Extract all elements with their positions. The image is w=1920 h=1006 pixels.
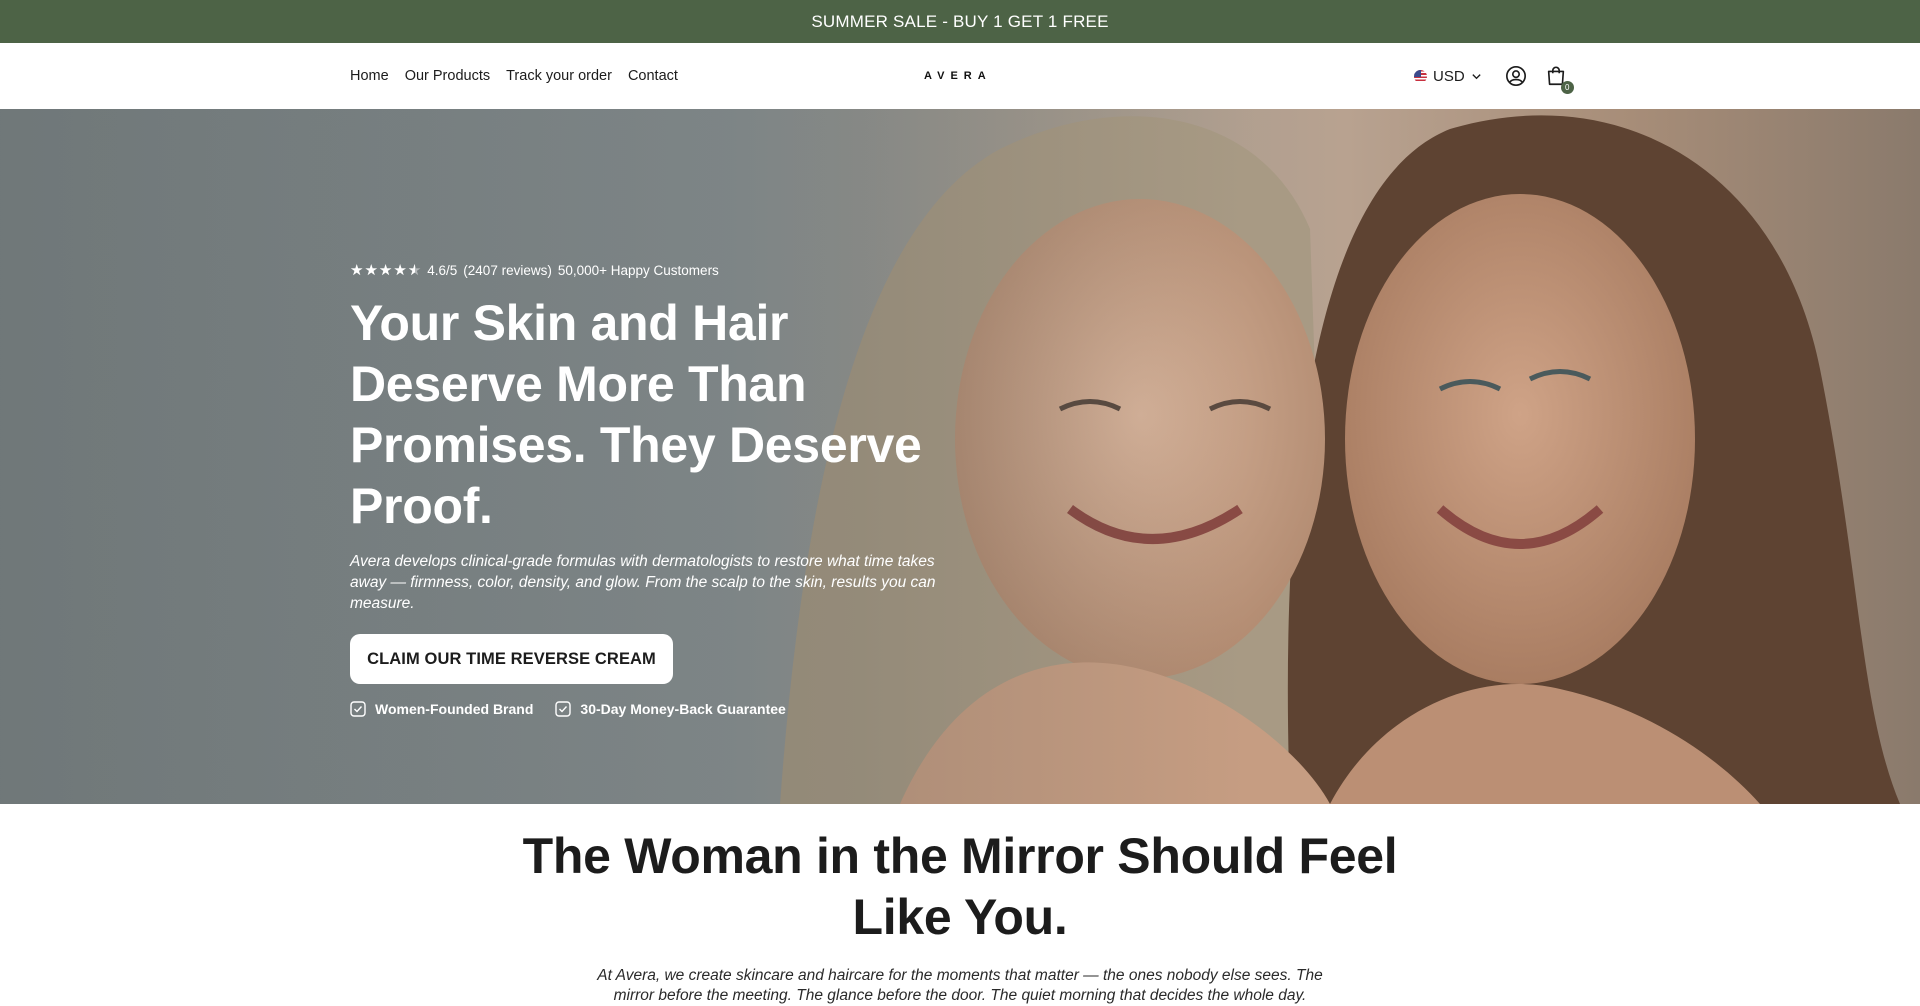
nav-contact[interactable]: Contact: [628, 68, 678, 84]
rating-row: ★★★★★★★★★★ 4.6/5 (2407 reviews) 50,000+ …: [350, 261, 970, 279]
currency-label: USD: [1433, 67, 1465, 85]
main-nav: Home Our Products Track your order Conta…: [350, 43, 678, 109]
hero-subtitle: Avera develops clinical-grade formulas w…: [350, 553, 936, 612]
site-header: Home Our Products Track your order Conta…: [0, 43, 1920, 109]
trust-badges: Women-Founded Brand 30-Day Money-Back Gu…: [350, 701, 970, 717]
badge-women-founded: Women-Founded Brand: [350, 701, 533, 717]
claim-cream-button[interactable]: CLAIM OUR TIME REVERSE CREAM: [350, 634, 673, 684]
chevron-down-icon: [1472, 73, 1481, 79]
mirror-section: The Woman in the Mirror Should Feel Like…: [0, 804, 1920, 1004]
announcement-text: SUMMER SALE - BUY 1 GET 1 FREE: [811, 11, 1109, 31]
nav-track-order[interactable]: Track your order: [506, 68, 612, 84]
account-icon[interactable]: [1504, 64, 1528, 88]
hero-content: ★★★★★★★★★★ 4.6/5 (2407 reviews) 50,000+ …: [350, 261, 970, 717]
nav-our-products[interactable]: Our Products: [405, 68, 490, 84]
hero-title: Your Skin and Hair Deserve More Than Pro…: [350, 295, 922, 534]
rating-score: 4.6/5: [427, 262, 458, 278]
header-actions: USD 0: [1414, 43, 1574, 109]
rating-customers: 50,000+ Happy Customers: [557, 262, 719, 278]
cart-count-badge: 0: [1560, 81, 1574, 94]
rating-reviews[interactable]: (2407 reviews): [463, 263, 552, 278]
rating-stars: ★★★★★★★★★★: [350, 261, 421, 279]
announcement-bar: SUMMER SALE - BUY 1 GET 1 FREE: [0, 0, 1920, 43]
check-square-icon: [555, 701, 572, 717]
star-icon: ★★: [393, 262, 407, 279]
section-title: The Woman in the Mirror Should Feel Like…: [522, 828, 1398, 945]
star-icon: ★★: [364, 262, 378, 279]
star-icon: ★★: [407, 262, 422, 279]
check-square-icon: [350, 701, 366, 717]
currency-selector[interactable]: USD: [1414, 68, 1482, 85]
site-logo[interactable]: AVERA: [924, 43, 992, 109]
hero-section: ★★★★★★★★★★ 4.6/5 (2407 reviews) 50,000+ …: [0, 109, 1920, 804]
us-flag-icon: [1414, 69, 1427, 83]
star-icon: ★★: [350, 262, 364, 279]
badge-label: Women-Founded Brand: [375, 701, 534, 717]
section-body: At Avera, we create skincare and haircar…: [597, 967, 1323, 1004]
star-icon: ★★: [378, 262, 393, 279]
nav-home[interactable]: Home: [350, 68, 389, 84]
badge-money-back: 30-Day Money-Back Guarantee: [555, 701, 786, 717]
badge-label: 30-Day Money-Back Guarantee: [580, 701, 786, 717]
cart-icon[interactable]: 0: [1544, 64, 1574, 94]
